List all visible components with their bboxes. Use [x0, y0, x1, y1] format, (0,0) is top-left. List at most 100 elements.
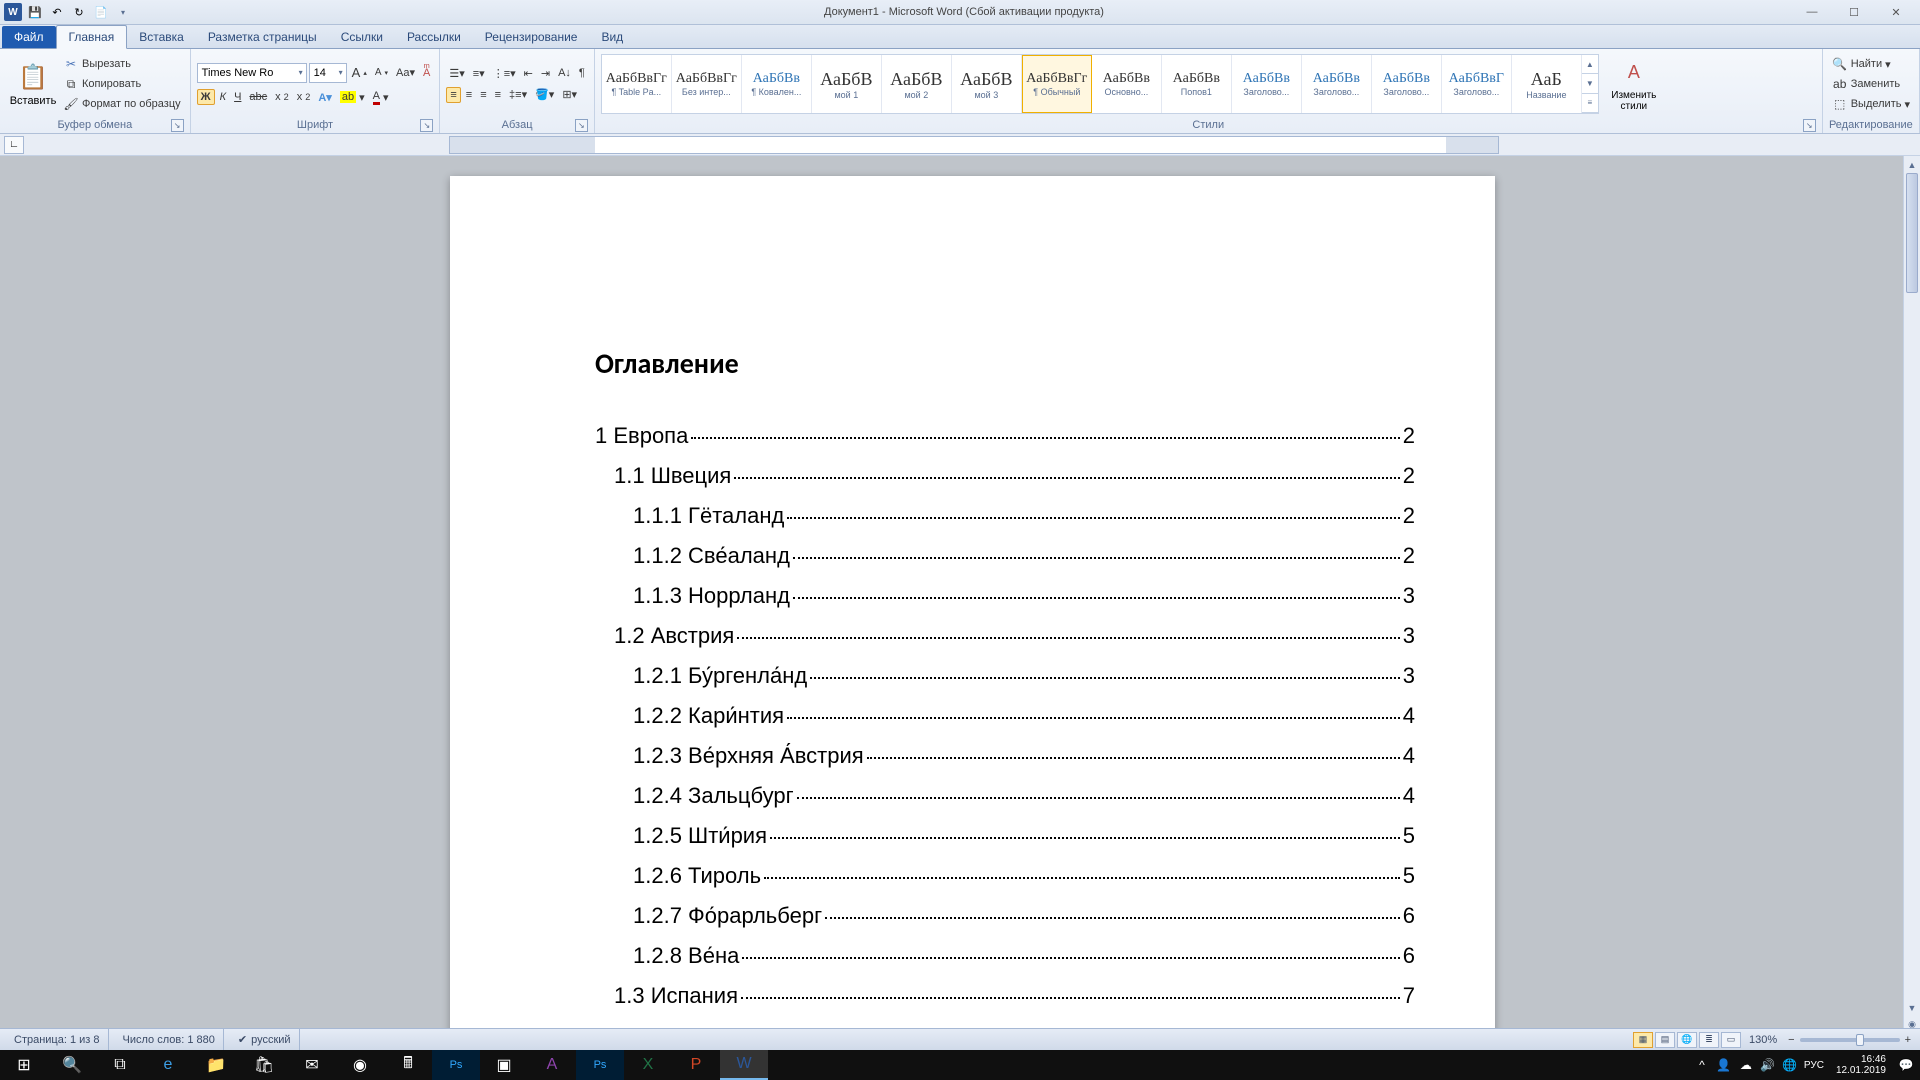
- font-color-button[interactable]: A▾: [370, 89, 392, 106]
- style-item-3[interactable]: АаБбВмой 1: [812, 55, 882, 113]
- mail-button[interactable]: ✉: [288, 1050, 336, 1080]
- view-draft-button[interactable]: ▭: [1721, 1032, 1741, 1048]
- calculator-button[interactable]: 🖩: [384, 1050, 432, 1080]
- save-button[interactable]: 💾: [26, 3, 44, 21]
- zoom-out-button[interactable]: −: [1785, 1033, 1797, 1047]
- edge-button[interactable]: e: [144, 1050, 192, 1080]
- word-logo-icon[interactable]: W: [4, 3, 22, 21]
- tab-selector-button[interactable]: ∟: [4, 136, 24, 154]
- subscript-button[interactable]: x2: [272, 90, 292, 104]
- tray-lang[interactable]: РУС: [1804, 1060, 1824, 1071]
- scroll-thumb[interactable]: [1906, 173, 1918, 293]
- document-page[interactable]: Оглавление 1 Европа21.1 Швеция21.1.1 Гёт…: [450, 176, 1495, 1050]
- scroll-down-icon[interactable]: ▼: [1904, 999, 1920, 1016]
- align-left-button[interactable]: ≡: [446, 87, 460, 103]
- tab-page-layout[interactable]: Разметка страницы: [196, 26, 329, 48]
- toc-entry[interactable]: 1.2.6 Тироль5: [633, 863, 1415, 889]
- toc-entry[interactable]: 1.2.3 Ве́рхняя А́встрия4: [633, 743, 1415, 769]
- tab-references[interactable]: Ссылки: [329, 26, 395, 48]
- change-case-button[interactable]: Aa▾: [393, 65, 418, 80]
- tab-mailings[interactable]: Рассылки: [395, 26, 473, 48]
- new-doc-button[interactable]: 📄: [92, 3, 110, 21]
- copy-button[interactable]: Копировать: [60, 75, 184, 93]
- toc-entry[interactable]: 1.3 Испания7: [614, 983, 1415, 1009]
- zoom-label[interactable]: 130%: [1743, 1034, 1783, 1046]
- word-button[interactable]: W: [720, 1050, 768, 1080]
- replace-button[interactable]: abЗаменить: [1829, 75, 1913, 93]
- ps-button[interactable]: Ps: [432, 1050, 480, 1080]
- style-gallery[interactable]: АаБбВвГг¶ Table Pa...АаБбВвГгБез интер..…: [601, 54, 1599, 114]
- style-item-11[interactable]: АаБбВвЗаголово...: [1372, 55, 1442, 113]
- tab-view[interactable]: Вид: [589, 26, 635, 48]
- zoom-in-button[interactable]: +: [1902, 1033, 1914, 1047]
- toc-entry[interactable]: 1.2.5 Шти́рия5: [633, 823, 1415, 849]
- paste-button[interactable]: Вставить: [6, 59, 60, 109]
- redo-button[interactable]: ↻: [70, 3, 88, 21]
- underline-button[interactable]: Ч: [231, 90, 244, 104]
- explorer-button[interactable]: 📁: [192, 1050, 240, 1080]
- status-language[interactable]: ✔русский: [230, 1029, 300, 1050]
- borders-button[interactable]: ⊞▾: [559, 87, 580, 102]
- bullets-button[interactable]: ☰▾: [446, 66, 467, 81]
- scroll-up-icon[interactable]: ▲: [1904, 156, 1920, 173]
- excel-button[interactable]: X: [624, 1050, 672, 1080]
- clear-format-button[interactable]: Aͫ: [420, 66, 433, 80]
- font-size-combo[interactable]: 14: [309, 63, 347, 83]
- tab-file[interactable]: Файл: [2, 26, 56, 48]
- align-right-button[interactable]: ≡: [477, 88, 489, 102]
- zoom-slider[interactable]: [1800, 1038, 1900, 1042]
- app-button-1[interactable]: ▣: [480, 1050, 528, 1080]
- toc-entry[interactable]: 1.2.7 Фо́рарльберг6: [633, 903, 1415, 929]
- start-button[interactable]: ⊞: [0, 1050, 48, 1080]
- clipboard-launcher[interactable]: ↘: [171, 119, 184, 132]
- style-item-6[interactable]: АаБбВвГг¶ Обычный: [1022, 55, 1092, 113]
- task-view-button[interactable]: ⧉: [96, 1050, 144, 1080]
- toc-entry[interactable]: 1 Европа2: [595, 423, 1415, 449]
- style-item-2[interactable]: АаБбВв¶ Ковален...: [742, 55, 812, 113]
- style-item-8[interactable]: АаБбВвПопов1: [1162, 55, 1232, 113]
- network-icon[interactable]: 🌐: [1782, 1057, 1798, 1073]
- increase-indent-button[interactable]: ⇥: [538, 66, 553, 81]
- align-center-button[interactable]: ≡: [463, 88, 475, 102]
- shrink-font-button[interactable]: A▾: [372, 66, 391, 79]
- shading-button[interactable]: 🪣▾: [532, 87, 557, 102]
- find-button[interactable]: 🔍Найти ▾: [1829, 55, 1913, 73]
- justify-button[interactable]: ≡: [492, 88, 504, 102]
- style-item-1[interactable]: АаБбВвГгБез интер...: [672, 55, 742, 113]
- select-button[interactable]: ⬚Выделить ▾: [1829, 95, 1913, 113]
- numbering-button[interactable]: ≡▾: [470, 66, 488, 81]
- view-outline-button[interactable]: ≣: [1699, 1032, 1719, 1048]
- show-marks-button[interactable]: ¶: [576, 66, 588, 80]
- view-reading-button[interactable]: ▤: [1655, 1032, 1675, 1048]
- format-painter-button[interactable]: Формат по образцу: [60, 95, 184, 113]
- change-styles-button[interactable]: A Изменить стили: [1599, 54, 1669, 114]
- toc-entry[interactable]: 1.2.2 Кари́нтия4: [633, 703, 1415, 729]
- toc-entry[interactable]: 1.1 Швеция2: [614, 463, 1415, 489]
- tab-review[interactable]: Рецензирование: [473, 26, 590, 48]
- toc-entry[interactable]: 1.1.1 Гёталанд2: [633, 503, 1415, 529]
- style-item-9[interactable]: АаБбВвЗаголово...: [1232, 55, 1302, 113]
- volume-icon[interactable]: 🔊: [1760, 1057, 1776, 1073]
- bold-button[interactable]: Ж: [197, 89, 215, 105]
- font-name-combo[interactable]: Times New Ro: [197, 63, 307, 83]
- grow-font-button[interactable]: A▴: [349, 64, 370, 81]
- style-item-5[interactable]: АаБбВмой 3: [952, 55, 1022, 113]
- close-button[interactable]: ✕: [1876, 2, 1916, 22]
- view-print-layout-button[interactable]: ▦: [1633, 1032, 1653, 1048]
- superscript-button[interactable]: x2: [294, 90, 314, 104]
- view-web-button[interactable]: 🌐: [1677, 1032, 1697, 1048]
- style-item-0[interactable]: АаБбВвГг¶ Table Pa...: [602, 55, 672, 113]
- strikethrough-button[interactable]: abc: [246, 90, 270, 104]
- tab-home[interactable]: Главная: [56, 25, 128, 49]
- notifications-icon[interactable]: 💬: [1898, 1057, 1914, 1073]
- toc-entry[interactable]: 1.2 Австрия3: [614, 623, 1415, 649]
- maximize-button[interactable]: ☐: [1834, 2, 1874, 22]
- status-page[interactable]: Страница: 1 из 8: [6, 1029, 109, 1050]
- powerpoint-button[interactable]: P: [672, 1050, 720, 1080]
- toc-entry[interactable]: 1.2.4 Зальцбург4: [633, 783, 1415, 809]
- style-item-13[interactable]: АаБНазвание: [1512, 55, 1582, 113]
- minimize-button[interactable]: —: [1792, 2, 1832, 22]
- cut-button[interactable]: Вырезать: [60, 55, 184, 73]
- gallery-scroll[interactable]: ▲▼≡: [1582, 55, 1598, 113]
- line-spacing-button[interactable]: ‡≡▾: [506, 87, 530, 102]
